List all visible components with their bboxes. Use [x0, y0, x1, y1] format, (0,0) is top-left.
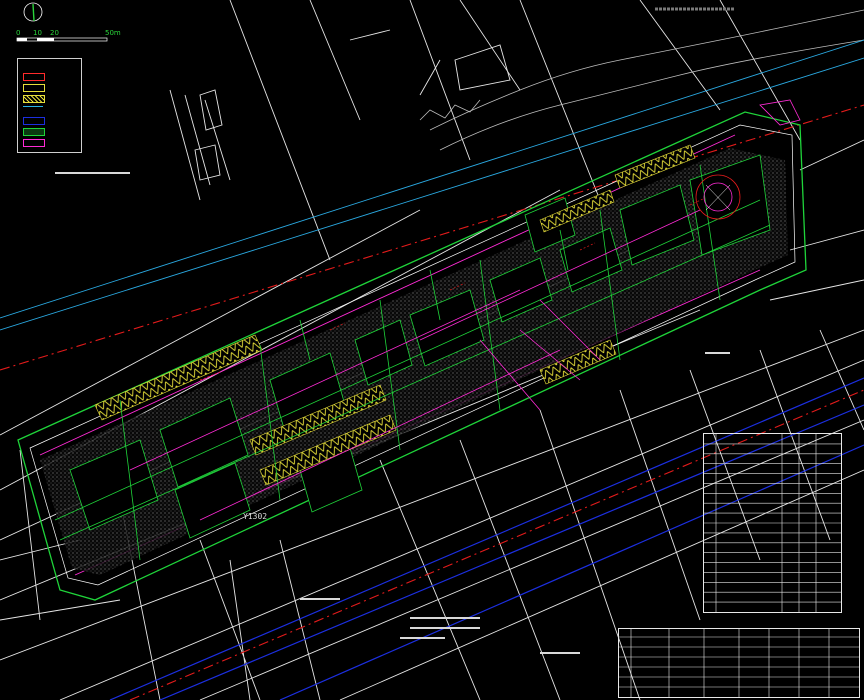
scale-bar-graphic	[16, 37, 108, 42]
legend-box	[17, 58, 82, 153]
legend-row-6	[23, 128, 79, 136]
legend-row-4	[23, 106, 79, 114]
legend-row-1	[23, 73, 79, 81]
legend-row-7	[23, 139, 79, 147]
cad-viewport[interactable]: 0 10 20 50m Y1302	[0, 0, 864, 700]
quantity-table	[703, 433, 842, 613]
legend-row-2	[23, 84, 79, 92]
river-bank	[419, 9, 864, 151]
legend-row-3	[23, 95, 79, 103]
site-code-label: Y1302	[243, 512, 268, 521]
scale-tick-10: 10	[33, 29, 42, 37]
scale-tick-0: 0	[16, 29, 21, 37]
equipment-table	[618, 628, 860, 698]
legend-row-5	[23, 117, 79, 125]
scale-tick-20: 20	[50, 29, 59, 37]
north-arrow-icon	[23, 2, 43, 22]
scale-tick-50m: 50m	[105, 29, 121, 37]
